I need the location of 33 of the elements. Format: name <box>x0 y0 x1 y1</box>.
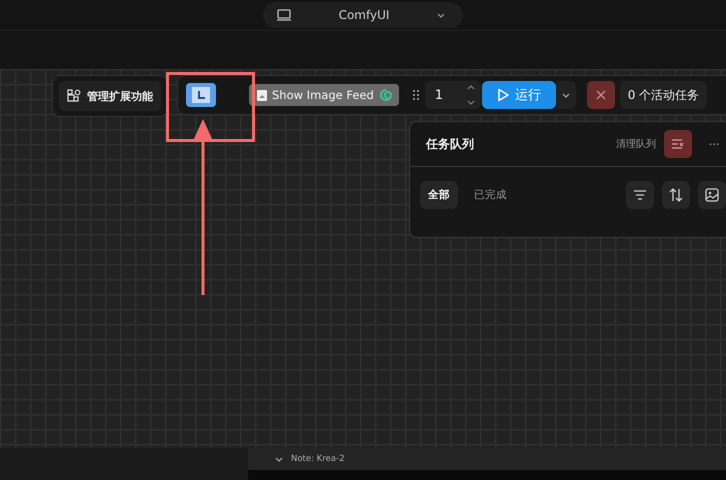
sort-button[interactable] <box>662 181 690 209</box>
filter-tab[interactable]: 全部 <box>420 181 458 209</box>
image-feed-button[interactable]: Show Image Feed <box>249 84 399 106</box>
batch-count-field[interactable]: 1 <box>424 81 481 109</box>
clear-queue-button[interactable] <box>664 130 692 158</box>
clear-list-icon <box>671 139 685 149</box>
sort-icon <box>669 188 683 202</box>
drag-handle-icon[interactable] <box>412 89 420 101</box>
active-tasks-button[interactable]: 0 个活动任务 <box>620 81 708 109</box>
close-icon <box>596 90 606 100</box>
blocks-icon <box>67 89 81 103</box>
stepper-icon[interactable] <box>466 85 475 105</box>
image-icon <box>705 188 719 202</box>
cancel-button[interactable] <box>586 81 615 109</box>
extensions-button[interactable]: 管理扩展功能 <box>59 81 161 111</box>
filter-tab[interactable]: 已完成 <box>466 181 515 209</box>
note-title: Note: Krea-2 <box>291 454 344 464</box>
chevron-down-icon[interactable] <box>275 456 283 462</box>
swirl-icon <box>378 88 393 102</box>
filter-button[interactable] <box>626 181 654 209</box>
app-logo-icon[interactable] <box>186 83 216 107</box>
chevron-down-icon <box>436 12 445 18</box>
monitor-icon <box>277 9 291 21</box>
run-options-button[interactable] <box>556 81 576 109</box>
filter-icon <box>633 190 647 200</box>
play-icon <box>496 88 509 102</box>
chevron-down-icon <box>562 92 570 98</box>
gallery-button[interactable] <box>698 181 726 209</box>
image-icon <box>257 90 267 100</box>
more-button[interactable]: ··· <box>700 138 726 150</box>
panel-title: 任务队列 <box>426 136 474 152</box>
workflow-selector[interactable]: ComfyUI <box>263 2 463 28</box>
clear-queue-label: 清理队列 <box>616 138 656 151</box>
